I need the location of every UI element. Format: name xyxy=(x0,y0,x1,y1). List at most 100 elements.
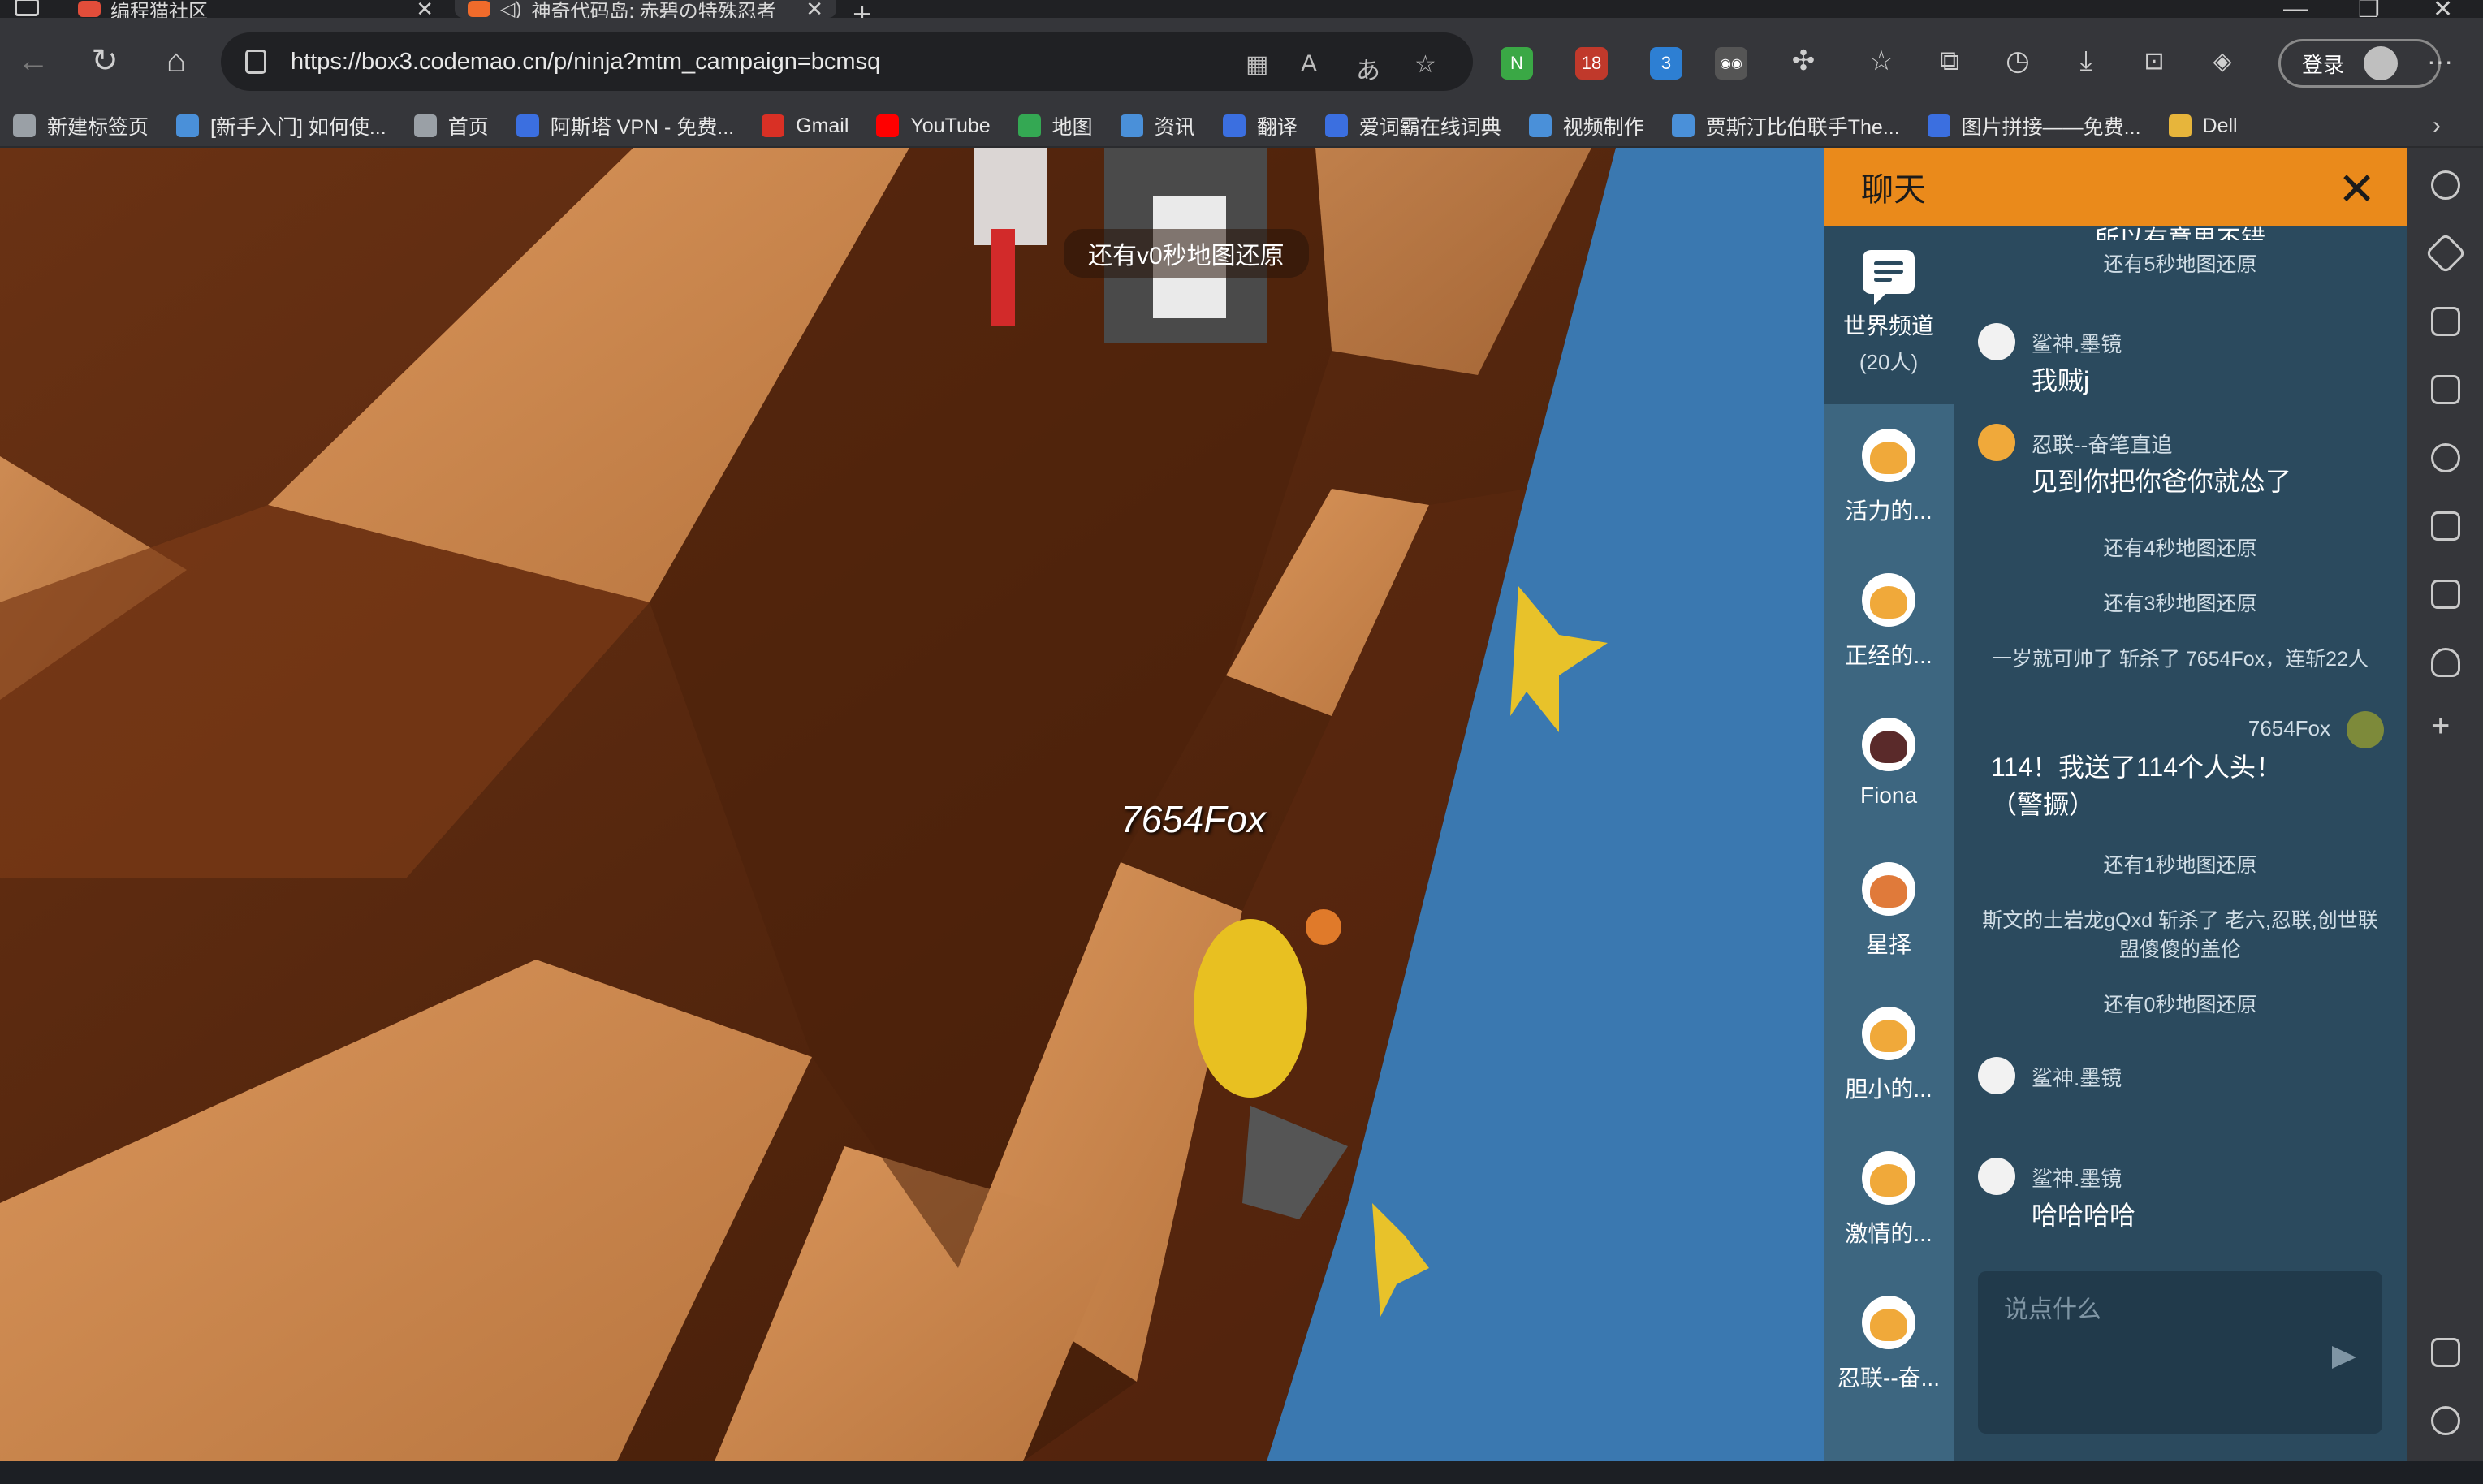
outlook-icon[interactable] xyxy=(2431,580,2460,609)
send-icon[interactable] xyxy=(2332,1346,2356,1369)
add-sidebar-app-icon[interactable]: + xyxy=(2431,708,2450,744)
copilot-icon[interactable] xyxy=(2425,232,2467,274)
friend-channel[interactable]: 正经的... xyxy=(1824,549,1954,693)
browser-essentials-icon[interactable]: ◈ xyxy=(2202,41,2243,81)
bookmark-label: 新建标签页 xyxy=(47,116,149,139)
chat-panel: 聊天 ✕ 世界频道 (20人) 活力的... 正经的... Fiona 星择 胆小的..… xyxy=(1824,148,2407,1461)
ublock-icon[interactable]: 18 xyxy=(1575,47,1608,80)
tools-briefcase-icon[interactable] xyxy=(2431,375,2460,404)
friend-name: 胆小的... xyxy=(1845,1076,1932,1102)
bookmark-item[interactable]: 资讯 xyxy=(1120,111,1195,140)
game-viewport[interactable]: 还有v0秒地图还原 7654Fox xyxy=(0,148,1824,1461)
n-extension-icon[interactable]: N xyxy=(1501,47,1533,80)
tab-ninja-game[interactable]: ◁) 神奇代码岛: 赤碧の特殊忍者 ✕ xyxy=(455,0,836,23)
settings-more-button[interactable]: ··· xyxy=(2420,41,2460,81)
games-icon[interactable] xyxy=(2431,443,2460,472)
login-label: 登录 xyxy=(2302,52,2345,77)
friend-avatar xyxy=(1862,429,1915,482)
bookmark-item[interactable]: [新手入门] 如何使... xyxy=(176,111,386,140)
friend-avatar xyxy=(1862,1296,1915,1349)
bookmark-favicon-icon xyxy=(762,114,785,137)
sidebar-settings-icon[interactable] xyxy=(2431,1406,2460,1435)
glasses-icon[interactable]: ◉◉ xyxy=(1715,47,1747,80)
game-scene xyxy=(0,148,1824,1461)
world-channel-tab[interactable]: 世界频道 (20人) xyxy=(1824,226,1954,404)
login-button[interactable]: 登录 xyxy=(2278,39,2441,88)
bookmark-item[interactable]: 翻译 xyxy=(1222,111,1298,140)
bookmark-label: 贾斯汀比伯联手The... xyxy=(1705,116,1900,139)
sender-name[interactable]: 7654Fox xyxy=(2248,716,2330,741)
bookmark-item[interactable]: 图片拼接——免费... xyxy=(1927,111,2141,140)
add-favorite-icon[interactable]: ☆ xyxy=(1414,50,1436,79)
sender-avatar[interactable] xyxy=(1978,424,2015,461)
lock-icon[interactable] xyxy=(245,50,266,74)
hide-sidebar-icon[interactable] xyxy=(2431,1338,2460,1367)
friend-channel[interactable]: Fiona xyxy=(1824,693,1954,838)
address-bar[interactable]: https://box3.codemao.cn/p/ninja?mtm_camp… xyxy=(221,32,1473,91)
taskbar xyxy=(0,1461,2483,1484)
bookmark-item[interactable]: 阿斯塔 VPN - 免费... xyxy=(516,111,734,140)
search-icon[interactable] xyxy=(2431,170,2460,200)
sender-avatar[interactable] xyxy=(1978,323,2015,360)
sender-name[interactable]: 鲨神.墨镜 xyxy=(2032,328,2122,358)
home-button[interactable]: ⌂ xyxy=(156,41,196,81)
friend-channel[interactable]: 忍联--奋... xyxy=(1824,1271,1954,1416)
apps-icon[interactable]: ▦ xyxy=(1246,50,1268,79)
bookmark-favicon-icon xyxy=(1528,114,1552,137)
downloads-icon[interactable]: ⤓ xyxy=(2066,41,2106,81)
tab-codemao-community[interactable]: 编程猫社区 ✕ xyxy=(65,0,447,23)
shopping-tag-icon[interactable] xyxy=(2431,307,2460,336)
friend-channel[interactable]: 活力的... xyxy=(1824,404,1954,549)
bookmark-label: Dell xyxy=(2202,114,2238,137)
browser-sidebar: + xyxy=(2407,148,2483,1461)
chat-close-button[interactable]: ✕ xyxy=(2338,162,2376,216)
bookmark-item[interactable]: Dell xyxy=(2168,114,2238,138)
sender-avatar[interactable] xyxy=(2347,711,2384,748)
bookmark-label: 阿斯塔 VPN - 免费... xyxy=(550,116,735,139)
translate-icon[interactable]: あ xyxy=(1356,50,1380,86)
collections-icon[interactable]: ⧉ xyxy=(1929,41,1970,81)
bookmark-item[interactable]: 贾斯汀比伯联手The... xyxy=(1671,111,1900,140)
bookmark-item[interactable]: 视频制作 xyxy=(1528,111,1644,140)
read-aloud-icon[interactable]: A xyxy=(1301,50,1317,78)
bookmark-item[interactable]: 爱词霸在线词典 xyxy=(1324,111,1501,140)
channel-list: 世界频道 (20人) 活力的... 正经的... Fiona 星择胆小的... 激情的.… xyxy=(1824,226,1954,1461)
office-icon[interactable] xyxy=(2431,511,2460,541)
history-icon[interactable]: ◷ xyxy=(1997,41,2038,81)
profile-avatar xyxy=(2364,46,2399,80)
sender-avatar[interactable] xyxy=(1978,1057,2015,1094)
chat-input[interactable]: 说点什么 xyxy=(1978,1271,2382,1434)
sender-name[interactable]: 鲨神.墨镜 xyxy=(2032,1163,2122,1193)
sender-name[interactable]: 忍联--奋笔直追 xyxy=(2032,429,2172,459)
sender-avatar[interactable] xyxy=(1978,1158,2015,1195)
friend-channel[interactable]: 胆小的... xyxy=(1824,982,1954,1127)
friend-channel[interactable]: 激情的... xyxy=(1824,1127,1954,1271)
bookmark-favicon-icon xyxy=(13,114,36,137)
favorites-icon[interactable]: ☆ xyxy=(1861,41,1902,81)
bookmark-favicon-icon xyxy=(2168,114,2192,137)
extension-3-icon[interactable]: 3 xyxy=(1650,47,1682,80)
message-list[interactable]: 所以有意思不错 还有5秒地图还原 鲨神.墨镜 我贼j 忍联--奋笔直追 见到你把… xyxy=(1954,226,2407,1281)
sender-name[interactable]: 鲨神.墨镜 xyxy=(2032,1062,2122,1092)
system-message: 还有5秒地图还原 xyxy=(2103,253,2257,276)
system-message: 斯文的土岩龙gQxd 斩杀了 老六,忍联,创世联盟傻傻的盖伦 xyxy=(1982,909,2378,961)
bookmark-item[interactable]: 地图 xyxy=(1017,111,1093,140)
sidebar-toggle-icon[interactable] xyxy=(15,0,39,16)
reload-button[interactable]: ↻ xyxy=(84,41,125,81)
bookmarks-overflow-chevron-icon[interactable]: › xyxy=(2433,112,2441,140)
system-message: 一岁就可帅了 斩杀了 7654Fox，连斩22人 xyxy=(1992,648,2369,671)
system-message: 还有3秒地图还原 xyxy=(2103,593,2257,615)
bookmark-label: 资讯 xyxy=(1154,116,1195,139)
bookmark-item[interactable]: Gmail xyxy=(762,114,849,138)
player-character xyxy=(1194,919,1307,1098)
bookmark-favicon-icon xyxy=(1120,114,1143,137)
extensions-puzzle-icon[interactable]: ✣ xyxy=(1783,41,1824,81)
friend-channel[interactable]: 星择 xyxy=(1824,838,1954,982)
screenshot-icon[interactable]: ⊡ xyxy=(2134,41,2174,81)
back-button[interactable]: ← xyxy=(13,41,54,81)
bookmark-item[interactable]: 新建标签页 xyxy=(13,111,149,140)
bookmark-item[interactable]: 首页 xyxy=(413,111,489,140)
bookmark-item[interactable]: YouTube xyxy=(876,114,991,138)
notifications-icon[interactable] xyxy=(2431,648,2460,677)
message-text: 114！我送了114个人头！（警撅） xyxy=(1991,753,2282,819)
